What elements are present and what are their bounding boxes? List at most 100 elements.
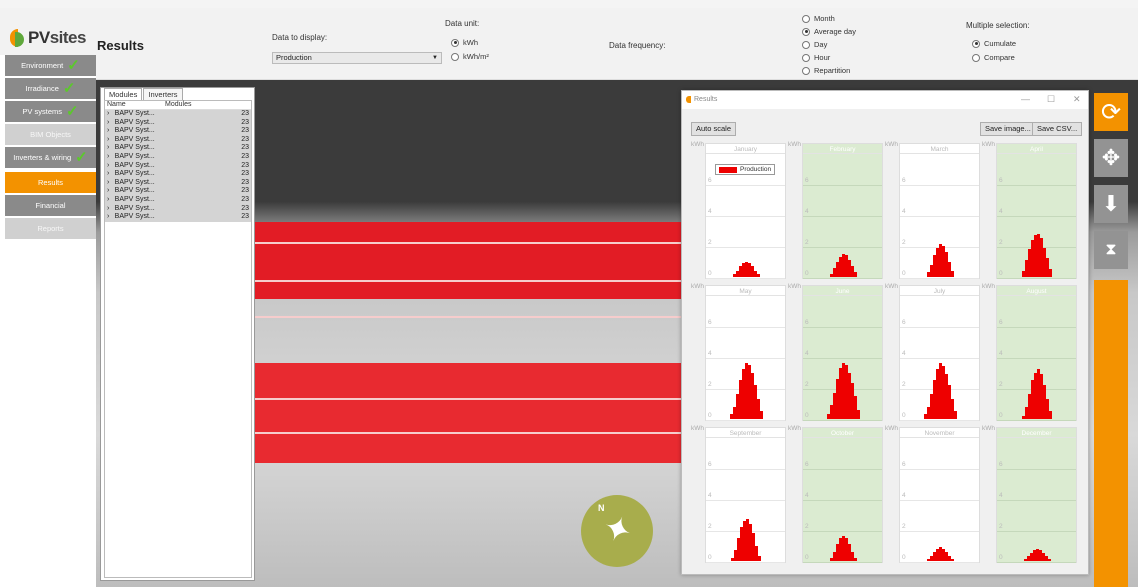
data-to-display-select[interactable]: Production ▼ [272, 52, 442, 64]
results-window: Results — ☐ ✕ Auto scale Save image... S… [681, 90, 1089, 575]
minimize-icon[interactable]: — [1021, 94, 1030, 104]
radio-dot [972, 53, 980, 62]
chevron-right-icon[interactable]: › [105, 179, 113, 188]
y-tick-label: 0 [805, 270, 809, 277]
column-header-modules[interactable]: Modules [163, 101, 191, 109]
y-tick-label: 6 [805, 177, 809, 184]
radio-unit-kwh-m2[interactable]: kWh/m² [451, 52, 489, 61]
column-header-name[interactable]: Name [105, 101, 163, 109]
sidebar-item-results[interactable]: Results [5, 172, 96, 194]
y-axis-unit: kWh [691, 141, 704, 148]
sidebar-item-bim-objects[interactable]: BIM Objects [5, 124, 96, 146]
table-row[interactable]: › BAPV Syst... 23 [105, 110, 251, 119]
sidebar-item-label: Environment [21, 61, 64, 70]
radio-freq-average-day[interactable]: Average day [802, 27, 856, 36]
y-tick-label: 0 [999, 270, 1003, 277]
table-row[interactable]: › BAPV Syst... 23 [105, 213, 251, 222]
sidebar-item-label: BIM Objects [30, 130, 71, 139]
month-name: October [830, 430, 855, 437]
refresh-button[interactable]: ⟳ [1094, 93, 1128, 131]
sidebar-item-environment[interactable]: Environment ✓ [5, 55, 96, 77]
sidebar-item-financial[interactable]: Financial [5, 195, 96, 217]
gridline [900, 531, 979, 532]
auto-scale-button[interactable]: Auto scale [691, 122, 737, 136]
logo-text: PVsites [28, 28, 86, 47]
table-row[interactable]: › BAPV Syst... 23 [105, 161, 251, 171]
save-csv-button[interactable]: Save CSV... [1032, 122, 1083, 136]
gridline [900, 327, 979, 328]
radio-freq-month[interactable]: Month [802, 14, 835, 23]
radio-unit-kwh[interactable]: kWh [451, 38, 478, 47]
sidebar-item-label: Reports [37, 224, 64, 233]
table-row[interactable]: › BAPV Syst... 23 [105, 195, 251, 205]
month-chart: kWh June 0 2 4 6 [788, 283, 885, 424]
sidebar-item-pv-systems[interactable]: PV systems ✓ [5, 101, 96, 123]
chevron-right-icon[interactable]: › [105, 110, 113, 119]
radio-compare[interactable]: Compare [972, 53, 1015, 62]
table-row[interactable]: › BAPV Syst... 23 [105, 152, 251, 162]
table-row[interactable]: › BAPV Syst... 23 [105, 170, 251, 179]
compass-widget[interactable]: N ✦ [581, 495, 653, 567]
chevron-right-icon[interactable]: › [105, 196, 113, 205]
module-name-cell: BAPV Syst... [114, 152, 155, 160]
maximize-icon[interactable]: ☐ [1047, 94, 1055, 105]
radio-freq-day[interactable]: Day [802, 40, 827, 49]
module-name-cell: BAPV Syst... [114, 204, 155, 212]
production-bar [1049, 269, 1052, 277]
y-tick-label: 2 [902, 381, 906, 388]
chevron-right-icon[interactable]: › [105, 205, 113, 214]
table-row[interactable]: › BAPV Syst... 23 [105, 204, 251, 214]
chevron-right-icon[interactable]: › [105, 144, 113, 153]
radio-freq-hour[interactable]: Hour [802, 53, 830, 62]
y-tick-label: 6 [805, 319, 809, 326]
close-icon[interactable]: ✕ [1073, 94, 1081, 105]
y-tick-label: 6 [999, 177, 1003, 184]
table-row[interactable]: › BAPV Syst... 23 [105, 127, 251, 136]
month-name: September [729, 430, 762, 437]
radio-cumulate[interactable]: Cumulate [972, 39, 1016, 48]
table-row[interactable]: › BAPV Syst... 23 [105, 178, 251, 188]
down-button[interactable]: ⬇ [1094, 185, 1128, 223]
chevron-right-icon[interactable]: › [105, 170, 113, 179]
data-to-display-label: Data to display: [272, 33, 328, 42]
chevron-right-icon[interactable]: › [105, 136, 113, 145]
pan-button[interactable]: ✥ [1094, 139, 1128, 177]
radio-dot [972, 39, 980, 48]
zoom-fit-button[interactable]: ⧗ [1094, 231, 1128, 269]
table-row[interactable]: › BAPV Syst... 23 [105, 144, 251, 153]
page-title: Results [97, 38, 144, 53]
chevron-right-icon[interactable]: › [105, 187, 113, 196]
production-bar [950, 559, 954, 561]
sidebar-item-reports[interactable]: Reports [5, 218, 96, 240]
header-bar: PVsites Results Data to display: Product… [0, 8, 1138, 80]
chevron-right-icon[interactable]: › [105, 153, 113, 162]
month-name: March [930, 146, 949, 153]
modules-tree: Name Modules › BAPV Syst... 23 › BAPV Syst..… [104, 100, 252, 578]
chevron-right-icon[interactable]: › [105, 119, 113, 128]
chevron-right-icon[interactable]: › [105, 162, 113, 171]
gridline [706, 216, 785, 217]
tab-inverters[interactable]: Inverters [143, 88, 183, 100]
y-tick-label: 6 [999, 461, 1003, 468]
zoom-slider[interactable] [1094, 280, 1128, 587]
y-tick-label: 6 [805, 461, 809, 468]
y-tick-label: 6 [902, 319, 906, 326]
radio-freq-repartition[interactable]: Repartition [802, 66, 850, 75]
save-image-button[interactable]: Save image... [980, 122, 1036, 136]
production-bar [759, 411, 763, 419]
module-name-cell: BAPV Syst... [114, 110, 155, 117]
module-count-cell: 23 [241, 152, 249, 160]
chevron-right-icon[interactable]: › [105, 213, 113, 222]
checkmark-icon: ✓ [62, 79, 76, 97]
checkmark-icon: ✓ [75, 148, 88, 166]
results-titlebar[interactable]: Results — ☐ ✕ [682, 91, 1088, 109]
sidebar-item-inverters-wiring[interactable]: Inverters & wiring ✓ [5, 147, 96, 169]
month-plot-area: September 0 2 4 6 [705, 427, 786, 563]
sidebar-item-irradiance[interactable]: Irradiance ✓ [5, 78, 96, 100]
table-row[interactable]: › BAPV Syst... 23 [105, 135, 251, 145]
radio-label: Day [814, 40, 828, 49]
table-row[interactable]: › BAPV Syst... 23 [105, 118, 251, 128]
table-row[interactable]: › BAPV Syst... 23 [105, 187, 251, 196]
chevron-right-icon[interactable]: › [105, 127, 113, 136]
tab-modules[interactable]: Modules [104, 88, 143, 100]
